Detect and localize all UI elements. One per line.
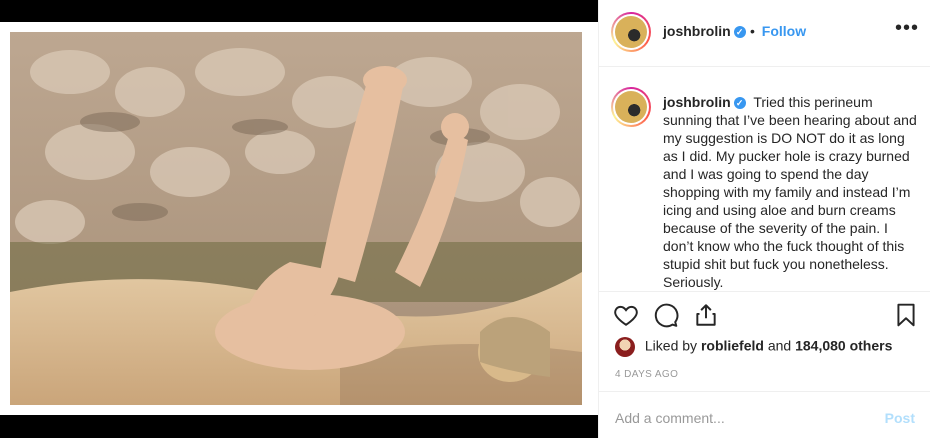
caption-avatar[interactable] [611, 87, 651, 127]
verified-icon: ✓ [733, 97, 746, 110]
caption-text: joshbrolin ✓ Tried this perineum sunning … [663, 93, 919, 291]
liked-by-and: and [767, 337, 792, 354]
caption-username[interactable]: joshbrolin ✓ [663, 94, 746, 110]
liked-by-others[interactable]: 184,080 others [795, 338, 892, 354]
header-username[interactable]: joshbrolin ✓ [663, 23, 746, 39]
post-media [0, 0, 598, 438]
comment-input[interactable]: Add a comment... [615, 410, 725, 426]
verified-icon: ✓ [733, 26, 746, 39]
instagram-post-modal: joshbrolin ✓ • Follow ••• joshbrolin ✓ Tri… [0, 0, 930, 438]
post-timestamp[interactable]: 4 DAYS AGO [615, 369, 678, 380]
photo-frame [0, 22, 598, 415]
comment-box: Add a comment... Post [599, 391, 930, 438]
photo-illustration [10, 32, 582, 405]
caption-body: Tried this perineum sunning that I’ve be… [663, 94, 917, 290]
liked-by-user[interactable]: robliefeld [701, 338, 764, 354]
follow-button[interactable]: Follow [762, 23, 806, 39]
post-comment-button[interactable]: Post [885, 410, 915, 426]
avatar[interactable] [611, 12, 651, 52]
actions-section: Liked by robliefeld and 184,080 others 4… [599, 291, 930, 391]
follow-separator: • [750, 23, 755, 39]
comment-icon[interactable] [653, 302, 679, 328]
post-header: joshbrolin ✓ • Follow ••• [599, 0, 930, 67]
liker-avatar[interactable] [615, 337, 635, 357]
bookmark-icon[interactable] [893, 302, 919, 328]
share-icon[interactable] [693, 302, 719, 328]
heart-icon[interactable] [613, 302, 639, 328]
post-sidebar: joshbrolin ✓ • Follow ••• joshbrolin ✓ Tri… [598, 0, 930, 438]
follow-area: • Follow [747, 23, 806, 39]
likes-summary: Liked by robliefeld and 184,080 others [615, 337, 892, 357]
post-photo[interactable] [10, 32, 582, 405]
more-options-icon[interactable]: ••• [895, 17, 919, 40]
caption-section: joshbrolin ✓ Tried this perineum sunning … [599, 67, 930, 291]
liked-by-prefix: Liked by [644, 337, 698, 354]
